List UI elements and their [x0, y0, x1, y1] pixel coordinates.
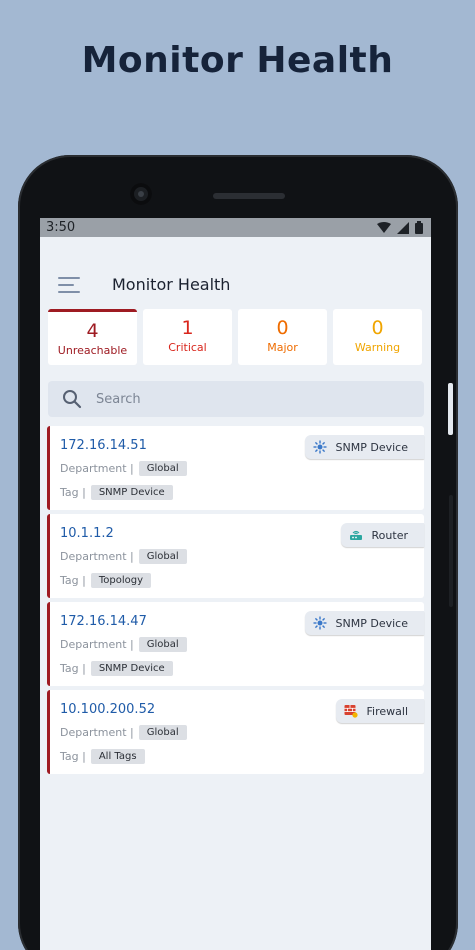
tag-label: Tag | — [60, 662, 86, 675]
status-bar: 3:50 — [40, 218, 431, 237]
volume-button — [449, 495, 453, 607]
department-chip: Global — [138, 549, 187, 564]
device-ip[interactable]: 172.16.14.51 — [60, 438, 147, 453]
summary-count: 1 — [181, 317, 194, 339]
device-type-badge: SNMP Device — [304, 611, 424, 635]
summary-count: 0 — [276, 317, 289, 339]
department-chip: Global — [138, 461, 187, 476]
tag-chip: SNMP Device — [90, 661, 173, 676]
device-ip[interactable]: 10.100.200.52 — [60, 702, 155, 717]
device-type-badge: SNMP Device — [304, 435, 424, 459]
tag-label: Tag | — [60, 486, 86, 499]
search-bar[interactable] — [48, 381, 424, 417]
tag-chip: All Tags — [90, 749, 145, 764]
device-ip[interactable]: 10.1.1.2 — [60, 526, 114, 541]
summary-label: Major — [267, 341, 298, 354]
device-list-item[interactable]: 10.100.200.52 Firewall Department | Glob… — [47, 690, 424, 774]
front-camera — [130, 183, 152, 205]
summary-card-major[interactable]: 0 Major — [238, 309, 327, 365]
page-title: Monitor Health — [112, 275, 231, 294]
device-type-label: Router — [371, 528, 408, 542]
department-chip: Global — [138, 725, 187, 740]
device-list-item[interactable]: 172.16.14.51 SNMP Device Department | Gl… — [47, 426, 424, 510]
device-type-badge: Firewall — [335, 699, 424, 723]
department-label: Department | — [60, 550, 134, 563]
battery-icon — [415, 221, 423, 234]
firewall-icon — [344, 704, 358, 718]
tag-label: Tag | — [60, 750, 86, 763]
signal-icon — [397, 221, 409, 234]
tag-row: Tag | All Tags — [60, 749, 145, 764]
device-type-badge: Router — [340, 523, 424, 547]
department-chip: Global — [138, 637, 187, 652]
wifi-icon — [377, 221, 391, 233]
department-label: Department | — [60, 462, 134, 475]
tag-label: Tag | — [60, 574, 86, 587]
search-icon — [63, 390, 82, 409]
headline: Monitor Health — [81, 40, 394, 81]
device-list: 172.16.14.51 SNMP Device Department | Gl… — [47, 426, 424, 778]
department-label: Department | — [60, 638, 134, 651]
app-bar: Monitor Health — [40, 237, 431, 317]
tag-row: Tag | SNMP Device — [60, 485, 173, 500]
summary-card-unreachable[interactable]: 4 Unreachable — [48, 309, 137, 365]
device-ip[interactable]: 172.16.14.47 — [60, 614, 147, 629]
earpiece-speaker — [213, 193, 285, 199]
summary-label: Warning — [354, 341, 401, 354]
tag-row: Tag | SNMP Device — [60, 661, 173, 676]
department-label: Department | — [60, 726, 134, 739]
search-input[interactable] — [96, 391, 386, 407]
summary-label: Unreachable — [57, 344, 128, 357]
power-button — [448, 383, 453, 435]
summary-label: Critical — [168, 341, 207, 354]
device-list-item[interactable]: 10.1.1.2 Router Department | Global Tag … — [47, 514, 424, 598]
snmp-icon — [313, 440, 327, 454]
device-type-label: Firewall — [366, 704, 408, 718]
device-type-label: SNMP Device — [335, 440, 408, 454]
status-time: 3:50 — [46, 220, 76, 235]
department-row: Department | Global — [60, 549, 187, 564]
tag-chip: Topology — [90, 573, 151, 588]
department-row: Department | Global — [60, 637, 187, 652]
app-screen: 3:50 Monitor Health 4 Unreachable 1 Crit… — [40, 218, 431, 950]
summary-count: 4 — [86, 320, 99, 342]
device-list-item[interactable]: 172.16.14.47 SNMP Device Department | Gl… — [47, 602, 424, 686]
department-row: Department | Global — [60, 725, 187, 740]
severity-summary: 4 Unreachable 1 Critical 0 Major 0 Warni… — [48, 309, 422, 365]
department-row: Department | Global — [60, 461, 187, 476]
summary-card-warning[interactable]: 0 Warning — [333, 309, 422, 365]
snmp-icon — [313, 616, 327, 630]
tag-row: Tag | Topology — [60, 573, 151, 588]
tag-chip: SNMP Device — [90, 485, 173, 500]
router-icon — [349, 528, 363, 542]
summary-count: 0 — [371, 317, 384, 339]
summary-card-critical[interactable]: 1 Critical — [143, 309, 232, 365]
hamburger-icon[interactable] — [58, 277, 80, 293]
device-type-label: SNMP Device — [335, 616, 408, 630]
